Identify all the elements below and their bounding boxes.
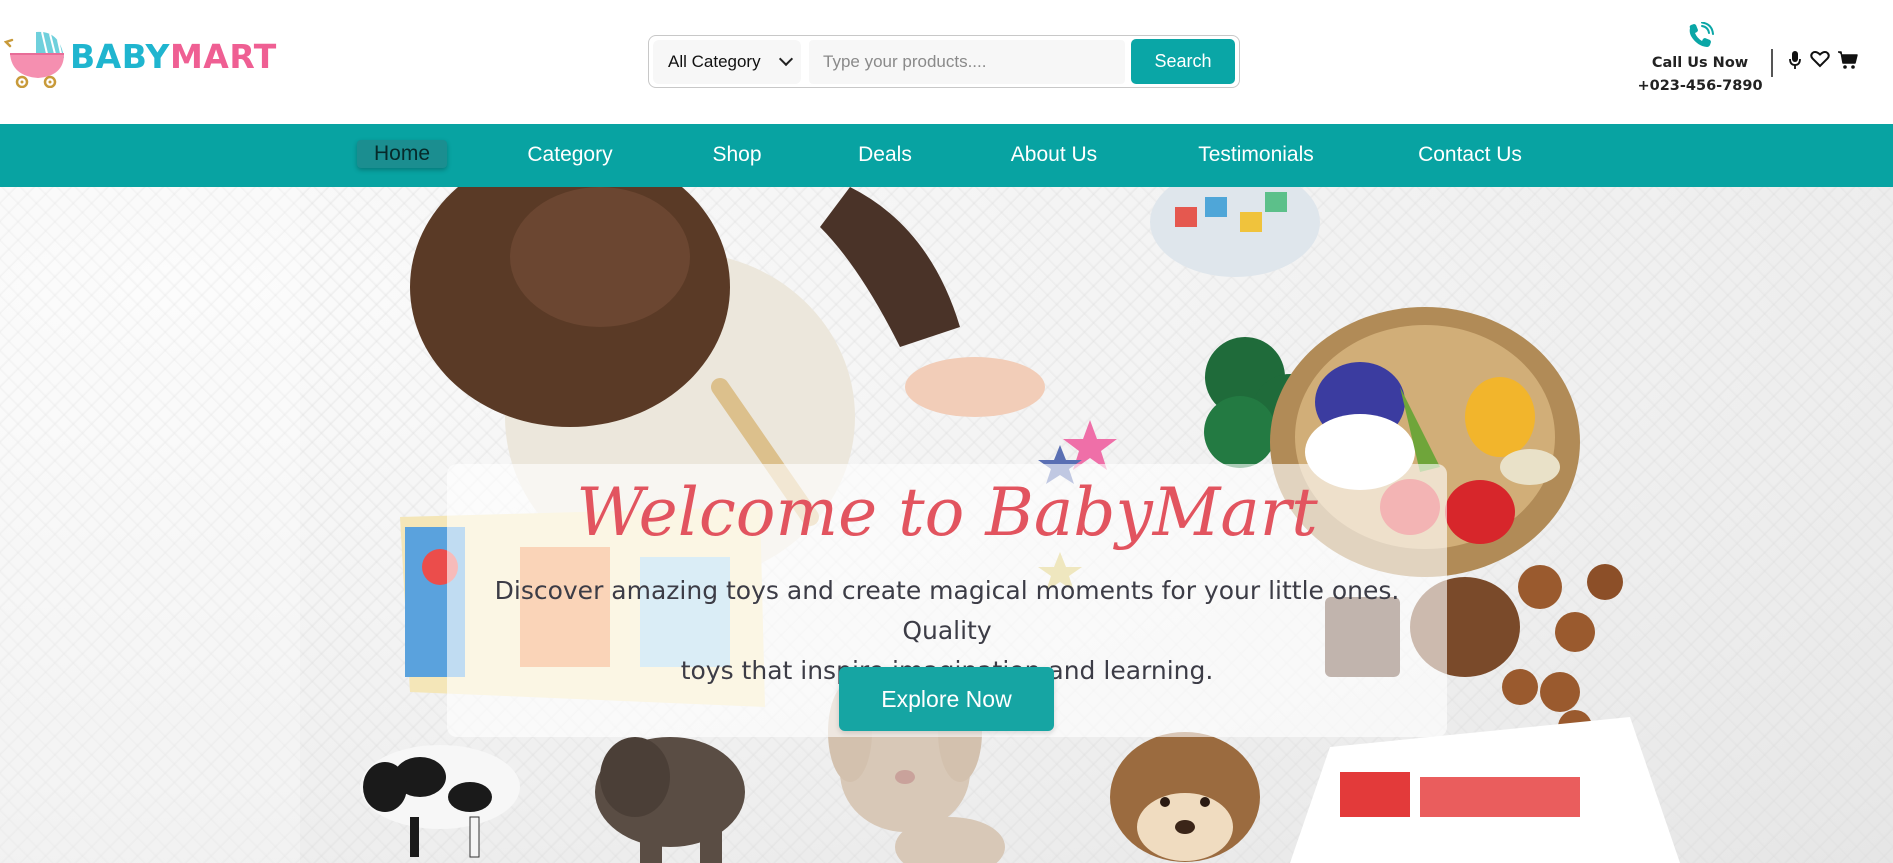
main-nav: Home Category Shop Deals About Us Testim… [0, 124, 1893, 187]
header-divider [1771, 49, 1773, 77]
hero-tagline-line-1: Discover amazing toys and create magical… [494, 576, 1400, 645]
nav-item-testimonials[interactable]: Testimonials [1192, 140, 1320, 170]
phone-ringing-icon [1689, 22, 1714, 47]
logo[interactable]: BABYMART [4, 24, 277, 88]
logo-text-mart: MART [169, 36, 277, 76]
call-us-label: Call Us Now [1651, 55, 1749, 71]
chevron-down-icon [778, 51, 794, 67]
logo-text-baby: BABY [70, 36, 170, 76]
explore-now-button[interactable]: Explore Now [839, 667, 1054, 731]
nav-item-shop[interactable]: Shop [702, 140, 772, 170]
nav-item-home[interactable]: Home [357, 140, 447, 168]
search-input[interactable] [809, 39, 1125, 84]
baby-stroller-icon [4, 31, 64, 88]
search-bar: All Category Search [648, 35, 1240, 88]
search-button[interactable]: Search [1131, 39, 1235, 84]
cart-icon[interactable] [1837, 50, 1859, 70]
hero-title: Welcome to BabyMart [576, 474, 1318, 551]
nav-item-about-us[interactable]: About Us [1004, 140, 1104, 170]
site-header: BABYMART All Category Search Call Us Now… [0, 0, 1893, 124]
category-select[interactable]: All Category [653, 39, 801, 84]
microphone-icon[interactable] [1788, 50, 1802, 70]
logo-text: BABYMART [70, 37, 277, 76]
nav-item-contact-us[interactable]: Contact Us [1410, 140, 1530, 170]
phone-number: +023-456-7890 [1637, 78, 1763, 94]
category-select-value: All Category [668, 51, 761, 71]
nav-item-deals[interactable]: Deals [851, 140, 919, 170]
call-us[interactable]: Call Us Now +023-456-7890 [1625, 22, 1775, 98]
heart-icon[interactable] [1810, 50, 1830, 68]
nav-item-category[interactable]: Category [520, 140, 620, 170]
